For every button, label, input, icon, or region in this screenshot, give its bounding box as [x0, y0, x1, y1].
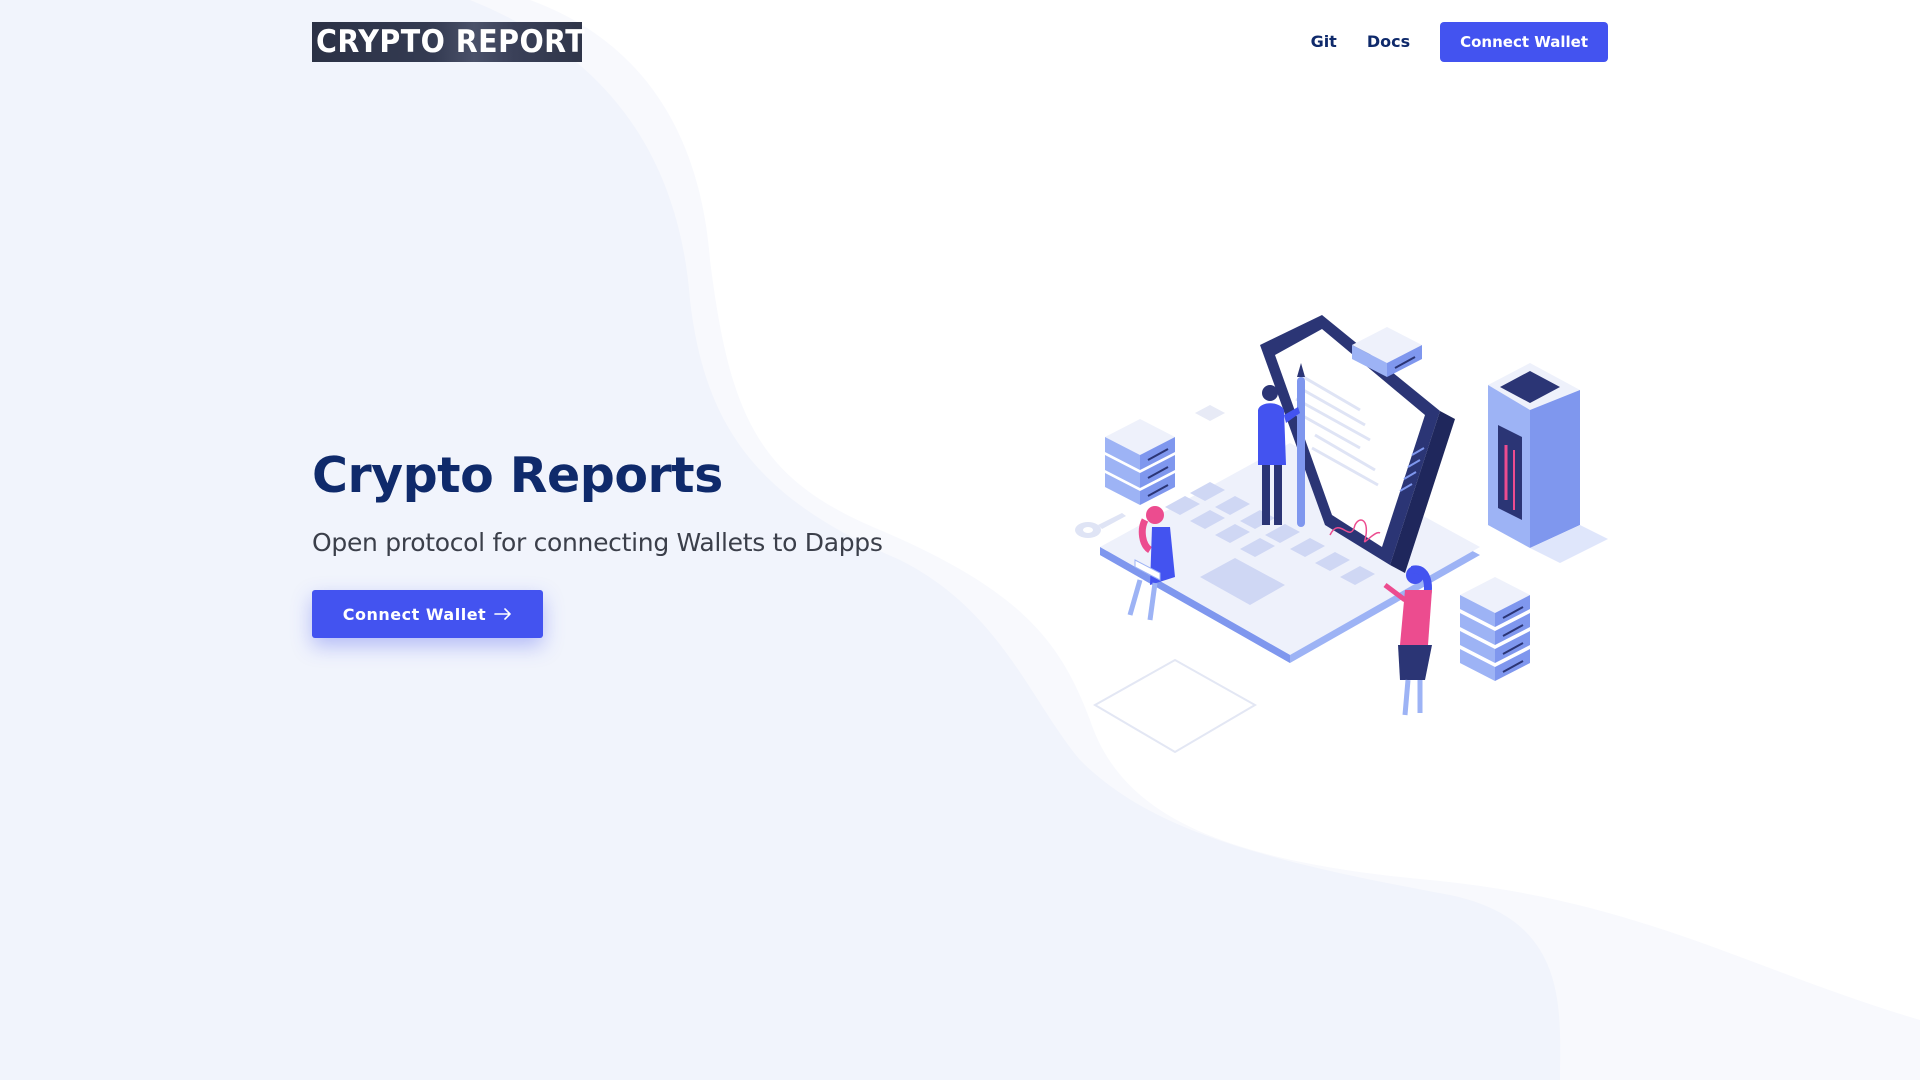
server-stack-right: [1460, 577, 1530, 681]
key-icon: [1075, 513, 1126, 538]
nav-link-git[interactable]: Git: [1311, 22, 1337, 62]
logo[interactable]: CRYPTO REPORT: [312, 22, 586, 62]
outline-diamond: [1092, 658, 1258, 754]
server-tower: [1488, 363, 1608, 563]
nav-link-docs[interactable]: Docs: [1367, 22, 1410, 62]
logo-text: CRYPTO REPORT: [316, 24, 586, 60]
header-connect-wallet-button[interactable]: Connect Wallet: [1440, 22, 1608, 62]
hero-section: Crypto Reports Open protocol for connect…: [312, 440, 883, 638]
server-stack-left: [1105, 419, 1175, 505]
hero-connect-wallet-button[interactable]: Connect Wallet: [312, 590, 543, 638]
arrow-right-icon: [494, 605, 512, 624]
hero-illustration: [1075, 315, 1608, 754]
background-waves: [0, 0, 1920, 1080]
hero-subtitle: Open protocol for connecting Wallets to …: [312, 528, 883, 557]
hero-title: Crypto Reports: [312, 447, 723, 504]
hero-button-label: Connect Wallet: [342, 604, 487, 624]
top-nav: Git Docs Connect Wallet: [1311, 22, 1608, 62]
landing-page: CRYPTO REPORT Git Docs Connect Wallet Cr…: [0, 0, 1920, 1080]
site-header: CRYPTO REPORT Git Docs Connect Wallet: [312, 22, 1608, 62]
